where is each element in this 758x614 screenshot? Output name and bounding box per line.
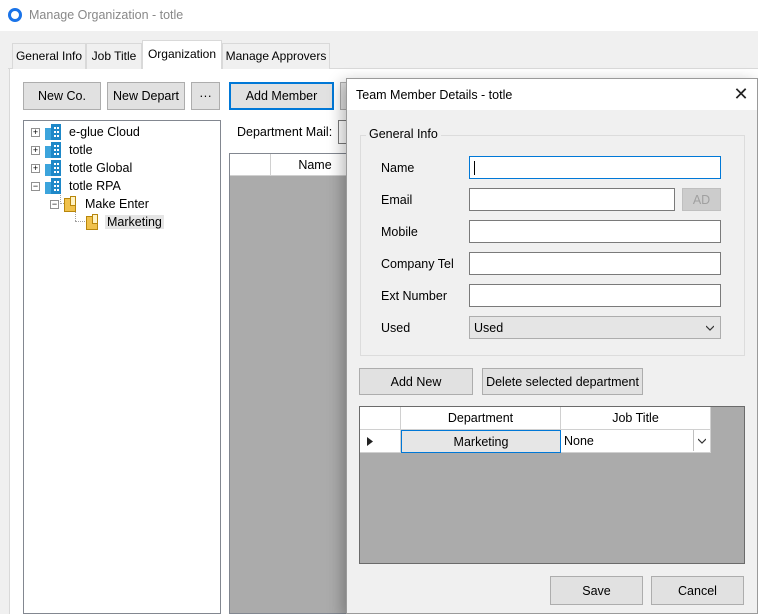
- mobile-field[interactable]: [469, 220, 721, 243]
- new-department-button[interactable]: New Depart: [107, 82, 185, 110]
- name-label: Name: [381, 161, 415, 175]
- add-new-button[interactable]: Add New: [359, 368, 473, 395]
- window-titlebar: Manage Organization - totle: [0, 0, 758, 31]
- group-title: General Info: [366, 127, 441, 141]
- member-grid[interactable]: [229, 153, 359, 614]
- member-grid-header: Name: [230, 154, 360, 176]
- cancel-button[interactable]: Cancel: [651, 576, 744, 605]
- tree-item-totle-rpa[interactable]: − totle RPA: [31, 177, 123, 195]
- delete-selected-department-button[interactable]: Delete selected department: [482, 368, 643, 395]
- expand-icon[interactable]: +: [31, 146, 40, 155]
- department-icon: [64, 196, 78, 212]
- collapse-icon[interactable]: −: [31, 182, 40, 191]
- tab-manage-approvers[interactable]: Manage Approvers: [222, 43, 330, 69]
- column-header-job-title[interactable]: Job Title: [561, 407, 711, 430]
- more-options-button[interactable]: ···: [191, 82, 220, 110]
- tree-item-label: Make Enter: [85, 197, 149, 211]
- app-icon: [8, 8, 22, 22]
- department-mail-label: Department Mail:: [237, 125, 333, 139]
- used-select[interactable]: Used: [469, 316, 721, 339]
- organization-icon: [45, 124, 62, 140]
- job-title-cell[interactable]: None: [561, 430, 711, 453]
- organization-icon: [45, 160, 62, 176]
- used-label: Used: [381, 321, 411, 335]
- email-field[interactable]: [469, 188, 675, 211]
- job-title-dropdown-button[interactable]: [693, 430, 710, 451]
- company-tel-field[interactable]: [469, 252, 721, 275]
- tree-item-label: totle: [69, 143, 93, 157]
- row-header-corner: [230, 154, 271, 176]
- row-selector[interactable]: [360, 430, 401, 453]
- tree-item-totle-global[interactable]: + totle Global: [31, 159, 134, 177]
- tree-item-marketing[interactable]: Marketing: [86, 213, 164, 231]
- ext-number-field[interactable]: [469, 284, 721, 307]
- column-header-department[interactable]: Department: [401, 407, 561, 430]
- team-member-details-dialog: Team Member Details - totle ✕ General In…: [346, 78, 758, 614]
- department-grid[interactable]: Department Job Title Marketing None: [359, 406, 745, 564]
- tree-item-label: totle RPA: [69, 179, 121, 193]
- company-tel-label: Company Tel: [381, 257, 454, 271]
- add-member-button[interactable]: Add Member: [229, 82, 334, 110]
- expand-icon[interactable]: +: [31, 128, 40, 137]
- organization-icon: [45, 142, 62, 158]
- ad-lookup-button[interactable]: AD: [682, 188, 721, 211]
- current-row-icon: [367, 436, 373, 446]
- chevron-down-icon: [698, 438, 706, 444]
- text-caret: [474, 161, 475, 175]
- tab-job-title[interactable]: Job Title: [86, 43, 142, 69]
- tree-item-label: e-glue Cloud: [69, 125, 140, 139]
- department-cell[interactable]: Marketing: [401, 430, 561, 453]
- job-title-value: None: [564, 434, 594, 448]
- window-title: Manage Organization - totle: [29, 8, 184, 22]
- tree-item-make-enter[interactable]: − Make Enter: [50, 195, 151, 213]
- ext-number-label: Ext Number: [381, 289, 447, 303]
- new-company-button[interactable]: New Co.: [23, 82, 101, 110]
- dialog-title: Team Member Details - totle: [356, 88, 513, 102]
- tree-item-e-glue-cloud[interactable]: + e-glue Cloud: [31, 123, 142, 141]
- tab-general-info[interactable]: General Info: [12, 43, 86, 69]
- tree-item-label: Marketing: [105, 215, 164, 229]
- dialog-titlebar: Team Member Details - totle ✕: [347, 79, 757, 110]
- organization-icon: [45, 178, 62, 194]
- row-header-corner: [360, 407, 401, 430]
- tree-item-label: totle Global: [69, 161, 133, 175]
- expand-icon[interactable]: +: [31, 164, 40, 173]
- email-label: Email: [381, 193, 413, 207]
- tab-organization[interactable]: Organization: [142, 40, 222, 69]
- mobile-label: Mobile: [381, 225, 418, 239]
- chevron-down-icon: [706, 325, 714, 331]
- save-button[interactable]: Save: [550, 576, 643, 605]
- used-select-value: Used: [474, 320, 504, 335]
- organization-tree[interactable]: + e-glue Cloud + totle + totle Global − …: [23, 120, 221, 614]
- close-icon[interactable]: ✕: [731, 84, 751, 104]
- collapse-icon[interactable]: −: [50, 200, 59, 209]
- tree-item-totle[interactable]: + totle: [31, 141, 95, 159]
- department-icon: [86, 214, 100, 230]
- name-field[interactable]: [469, 156, 721, 179]
